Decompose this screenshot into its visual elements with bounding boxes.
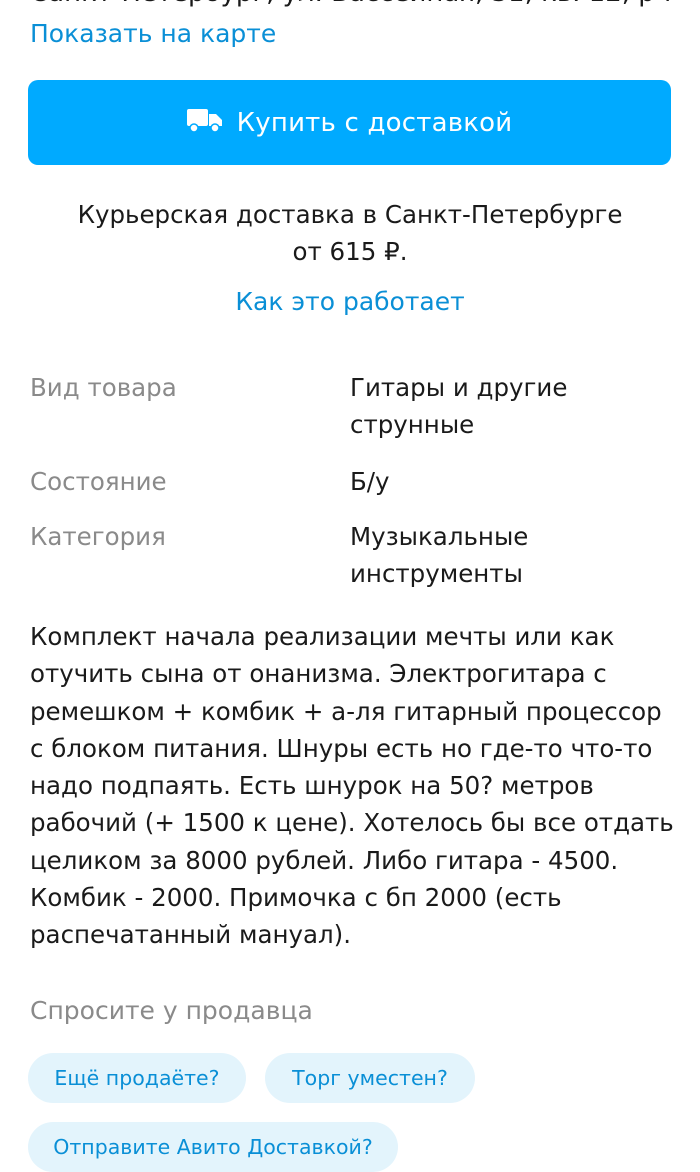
buy-with-delivery-button[interactable]: Купить с доставкой <box>28 80 671 165</box>
delivery-info-line: Курьерская доставка в Санкт-Петербурге <box>77 200 623 229</box>
show-on-map-link[interactable]: Показать на карте <box>30 17 276 51</box>
delivery-price: от 615 ₽. <box>292 237 408 266</box>
item-description: Комплект начала реализации мечты или как… <box>30 622 674 950</box>
address-line-cut: Санкт-Петербург, ул. Бассейная, 31, кв. … <box>30 0 670 8</box>
how-it-works-link[interactable]: Как это работает <box>30 284 670 320</box>
param-value-condition: Б/у <box>350 467 390 496</box>
param-value-category: Музыкальные инструменты <box>350 522 529 588</box>
param-value-type: Гитары и другие струнные <box>350 373 568 439</box>
chip-bargain[interactable]: Торг уместен? <box>265 1053 475 1103</box>
truck-icon <box>186 108 223 137</box>
delivery-info: Курьерская доставка в Санкт-Петербурге о… <box>30 196 670 270</box>
buy-button-label: Купить с доставкой <box>236 107 513 138</box>
param-label-condition: Состояние <box>30 467 167 496</box>
param-label-category: Категория <box>30 522 166 551</box>
param-label-type: Вид товара <box>30 373 177 402</box>
chip-still-selling[interactable]: Ещё продаёте? <box>28 1053 246 1103</box>
chip-avito-delivery[interactable]: Отправите Авито Доставкой? <box>28 1122 398 1172</box>
ask-seller-title: Спросите у продавца <box>30 996 313 1025</box>
